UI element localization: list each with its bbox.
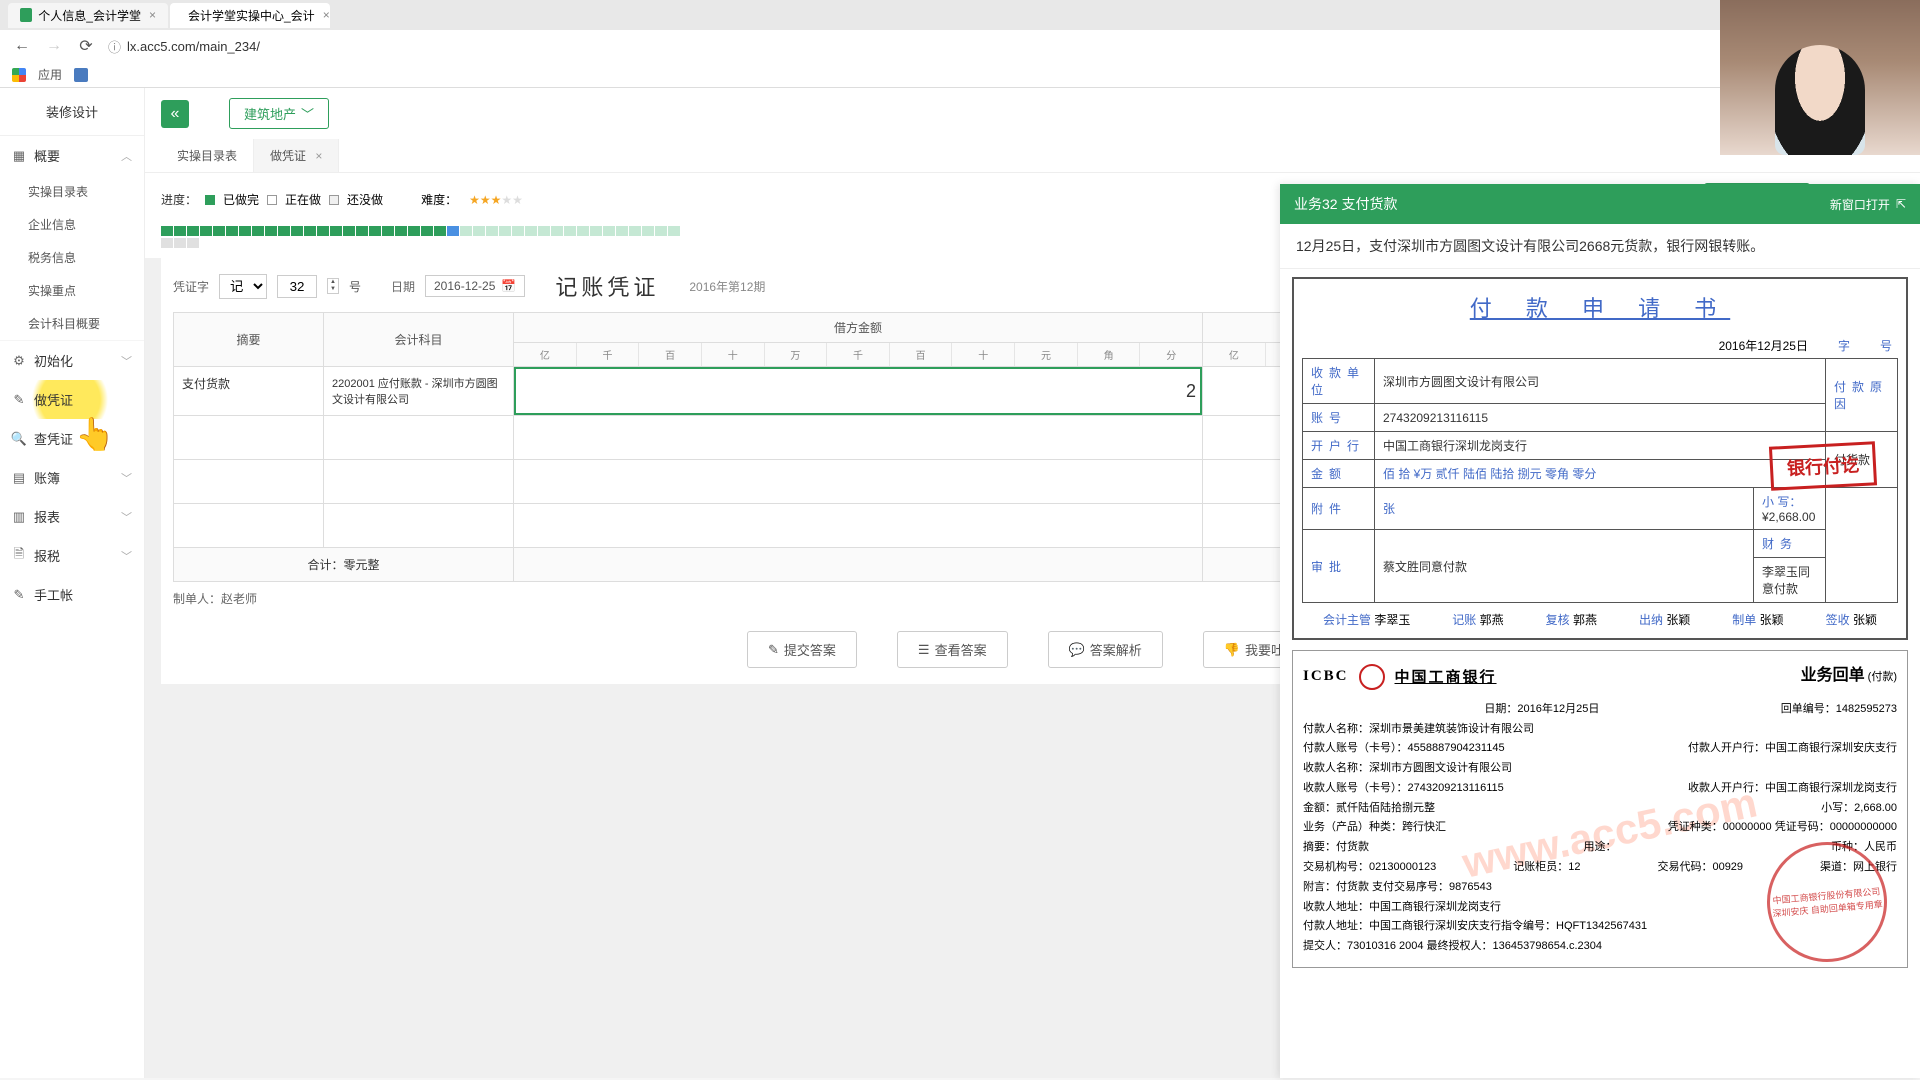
- doc-title: 付 款 申 请 书: [1302, 287, 1898, 333]
- number-spinner[interactable]: ▲▼: [327, 278, 339, 294]
- doc-icon: ▥: [12, 510, 26, 524]
- legend-done-icon: [205, 195, 215, 205]
- external-icon: ⇱: [1896, 197, 1906, 211]
- view-answer-button[interactable]: ☰查看答案: [897, 631, 1008, 668]
- list-icon: ☰: [918, 642, 930, 658]
- tab-catalog[interactable]: 实操目录表: [161, 139, 254, 172]
- voucher-number-input[interactable]: [277, 275, 317, 298]
- sidebar-sub-company[interactable]: 企业信息: [0, 208, 144, 241]
- grid-icon: ▦: [12, 149, 26, 163]
- difficulty-stars: ★★★★★: [469, 193, 523, 207]
- favicon-icon: [20, 8, 32, 22]
- forward-button[interactable]: →: [44, 36, 64, 56]
- sidebar-item-taxfile[interactable]: 🗎报税 ﹀: [0, 536, 144, 575]
- chevron-down-icon: ﹀: [301, 104, 314, 123]
- book-icon: ▤: [12, 471, 26, 485]
- browser-tab-1[interactable]: 个人信息_会计学堂 ×: [8, 3, 168, 28]
- col-account: 会计科目: [324, 313, 514, 367]
- browser-chrome: 个人信息_会计学堂 × 会计学堂实操中心_会计 × ← → ⟳ ⓘ lx.acc…: [0, 0, 1920, 88]
- url-text: lx.acc5.com/main_234/: [127, 39, 260, 54]
- panel-header: 业务32 支付货款 新窗口打开⇱: [1280, 184, 1920, 224]
- sidebar: 装修设计 ▦概要 ︿ 实操目录表 企业信息 税务信息 实操重点 会计科目概要 ⚙…: [0, 88, 145, 1078]
- pen-icon: ✎: [12, 393, 26, 407]
- toggle-sidebar-button[interactable]: «: [161, 100, 189, 128]
- doc-footer: 会计主管 李翠玉 记账 郭燕 复核 郭燕 出纳 张颖 制单 张颖 签收 张颖: [1302, 603, 1898, 630]
- nav-bar: ← → ⟳ ⓘ lx.acc5.com/main_234/: [0, 30, 1920, 62]
- sidebar-sub-accounts[interactable]: 会计科目概要: [0, 307, 144, 340]
- back-button[interactable]: ←: [12, 36, 32, 56]
- sidebar-item-manual[interactable]: ✎手工帐: [0, 575, 144, 614]
- new-window-button[interactable]: 新窗口打开⇱: [1830, 196, 1906, 213]
- panel-title: 业务32 支付货款: [1294, 194, 1397, 214]
- submit-button[interactable]: ✎提交答案: [747, 631, 857, 668]
- tab-voucher[interactable]: 做凭证 ×: [254, 139, 339, 172]
- pen-icon: ✎: [12, 588, 26, 602]
- legend-todo-icon: [329, 195, 339, 205]
- browser-tab-2[interactable]: 会计学堂实操中心_会计 ×: [170, 3, 330, 28]
- debit-amount-cell[interactable]: 2: [514, 367, 1203, 416]
- chevron-down-icon: ﹀: [121, 548, 132, 564]
- browser-tab-bar: 个人信息_会计学堂 × 会计学堂实操中心_会计 ×: [0, 0, 1920, 30]
- app-container: 装修设计 ▦概要 ︿ 实操目录表 企业信息 税务信息 实操重点 会计科目概要 ⚙…: [0, 88, 1920, 1078]
- sidebar-item-ledger[interactable]: ▤账簿 ﹀: [0, 458, 144, 497]
- industry-select[interactable]: 建筑地产 ﹀: [229, 98, 329, 129]
- sidebar-item-voucher[interactable]: ✎做凭证: [0, 380, 144, 419]
- voucher-type-select[interactable]: 记: [219, 274, 267, 299]
- sidebar-sub-tax[interactable]: 税务信息: [0, 241, 144, 274]
- account-cell[interactable]: 2202001 应付账款 - 深圳市方圆图文设计有限公司: [324, 367, 514, 416]
- search-icon: 🔍: [12, 432, 26, 446]
- col-summary: 摘要: [174, 313, 324, 367]
- voucher-title: 记账凭证: [555, 270, 659, 302]
- close-icon[interactable]: ×: [323, 8, 330, 22]
- col-debit: 借方金额: [514, 313, 1203, 343]
- close-icon[interactable]: ×: [315, 149, 322, 163]
- analysis-button[interactable]: 💬答案解析: [1048, 631, 1163, 668]
- icbc-logo-icon: [1359, 664, 1385, 690]
- main-area: « 建筑地产 ﹀ 赵老师 (SVIP 实操目录表 做凭证 × 进度： 已做完: [145, 88, 1920, 1078]
- bookmark-item[interactable]: [74, 68, 88, 82]
- edit-icon: ✎: [768, 642, 779, 658]
- gear-icon: ⚙: [12, 354, 26, 368]
- apps-icon[interactable]: [12, 68, 26, 82]
- bank-receipt-doc: ICBC 中国工商银行 业务回单 (付款) 日期：2016年12月25日 回单编…: [1292, 650, 1908, 968]
- panel-body[interactable]: www.acc5.com 付 款 申 请 书 2016年12月25日 字 号 收…: [1280, 269, 1920, 1078]
- close-icon[interactable]: ×: [149, 8, 156, 22]
- thumbs-down-icon: 👎: [1224, 642, 1240, 658]
- sidebar-item-init[interactable]: ⚙初始化 ﹀: [0, 341, 144, 380]
- sub-tabs: 实操目录表 做凭证 ×: [145, 139, 1920, 173]
- chat-icon: 💬: [1069, 642, 1085, 658]
- paid-stamp: 银行付讫: [1769, 441, 1877, 490]
- sidebar-header: 装修设计: [0, 88, 144, 136]
- legend-doing-icon: [267, 195, 277, 205]
- apps-label[interactable]: 应用: [38, 66, 62, 83]
- sidebar-item-overview[interactable]: ▦概要 ︿: [0, 136, 144, 175]
- bookmark-bar: 应用: [0, 62, 1920, 87]
- tab-title: 会计学堂实操中心_会计: [188, 7, 315, 24]
- reload-button[interactable]: ⟳: [76, 36, 96, 56]
- summary-cell[interactable]: 支付货款: [174, 367, 324, 416]
- url-bar[interactable]: ⓘ lx.acc5.com/main_234/: [108, 37, 1908, 56]
- chevron-down-icon: ﹀: [121, 353, 132, 369]
- payment-request-doc: 付 款 申 请 书 2016年12月25日 字 号 收款单位深圳市方圆图文设计有…: [1292, 277, 1908, 640]
- info-icon: ⓘ: [108, 37, 121, 56]
- chevron-down-icon: ﹀: [121, 470, 132, 486]
- webcam-overlay: [1720, 0, 1920, 155]
- sidebar-item-search-voucher[interactable]: 🔍查凭证: [0, 419, 144, 458]
- panel-description: 12月25日，支付深圳市方圆图文设计有限公司2668元货款，银行网银转账。: [1280, 224, 1920, 269]
- chevron-up-icon: ︿: [121, 148, 132, 164]
- amount-input[interactable]: 2: [514, 367, 1202, 415]
- business-panel: 业务32 支付货款 新窗口打开⇱ 12月25日，支付深圳市方圆图文设计有限公司2…: [1280, 184, 1920, 1078]
- chevron-down-icon: ﹀: [121, 509, 132, 525]
- tab-title: 个人信息_会计学堂: [38, 7, 141, 24]
- sidebar-item-reports[interactable]: ▥报表 ﹀: [0, 497, 144, 536]
- calendar-icon: 📅: [501, 279, 516, 293]
- sidebar-sub-catalog[interactable]: 实操目录表: [0, 175, 144, 208]
- top-bar: « 建筑地产 ﹀ 赵老师 (SVIP: [145, 88, 1920, 139]
- voucher-date-input[interactable]: 2016-12-25 📅: [425, 275, 525, 297]
- sidebar-sub-keypoints[interactable]: 实操重点: [0, 274, 144, 307]
- file-icon: 🗎: [12, 549, 26, 563]
